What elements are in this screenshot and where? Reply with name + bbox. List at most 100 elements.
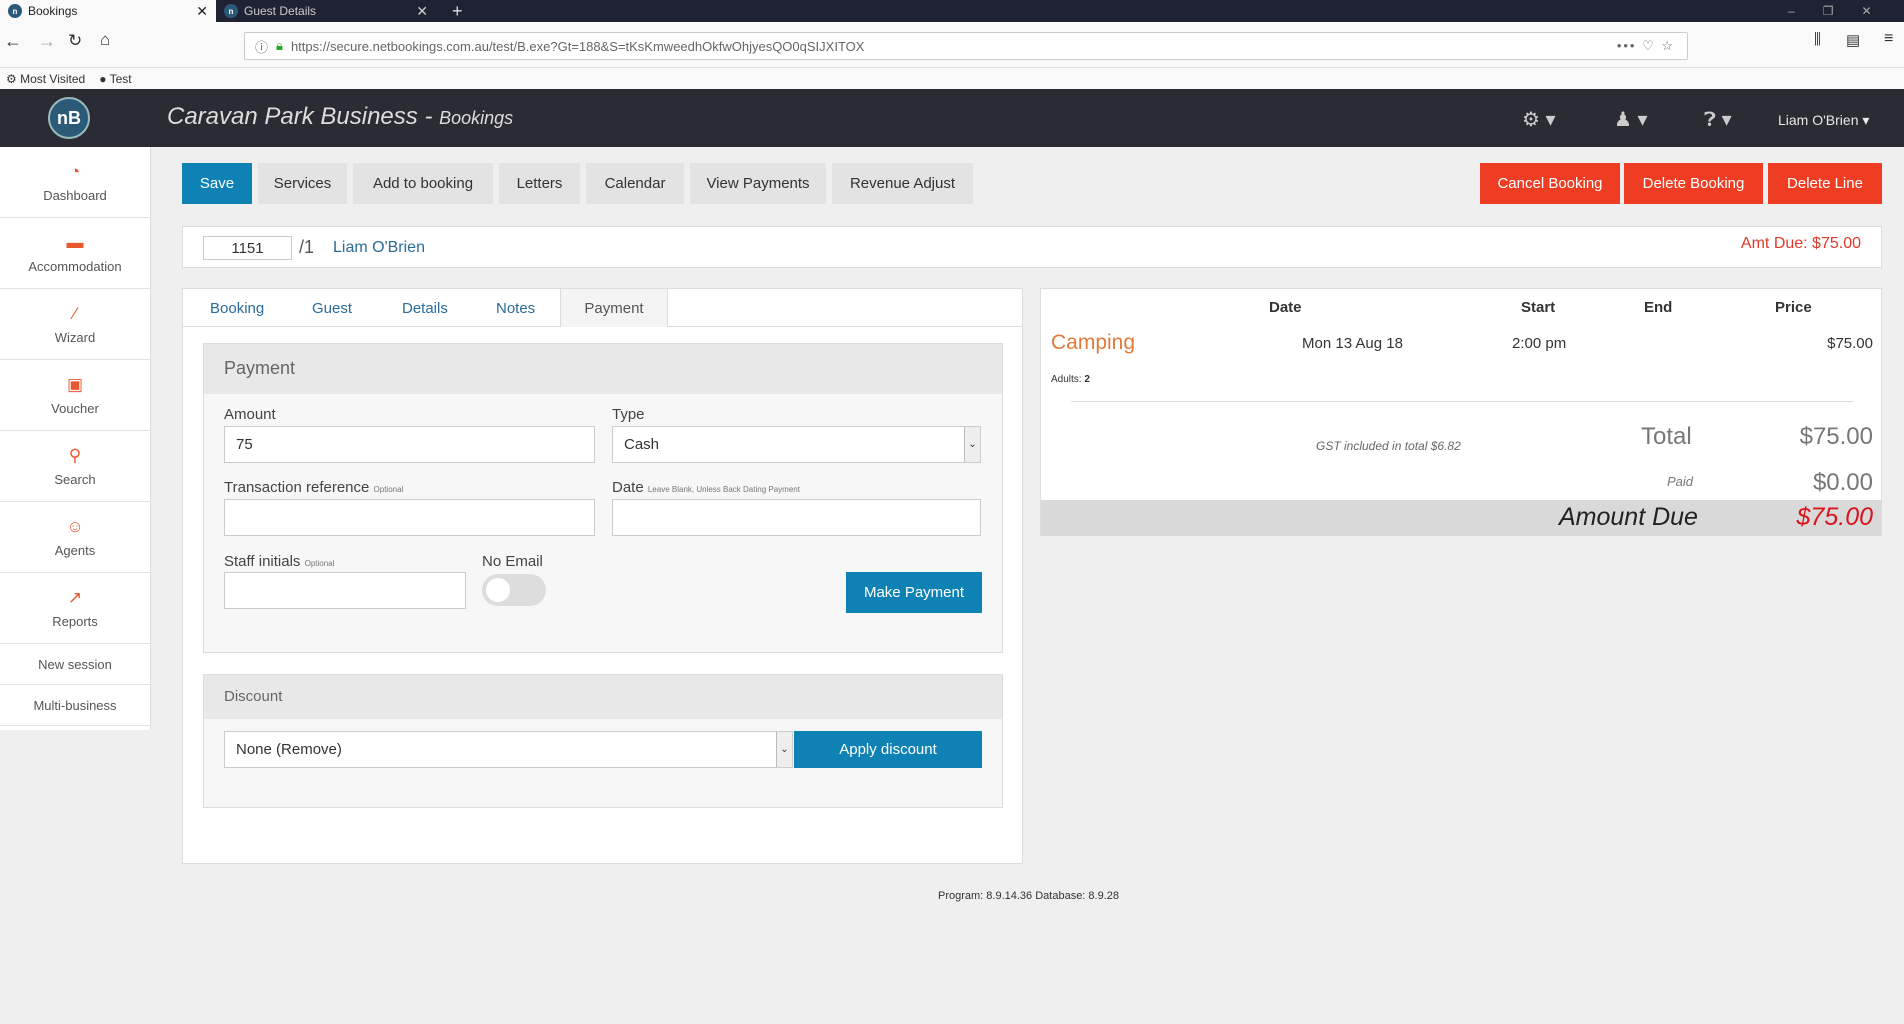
tab-booking[interactable]: Booking: [210, 289, 264, 327]
sidebar-item-accommodation[interactable]: ▬ Accommodation: [0, 218, 150, 289]
add-to-booking-button[interactable]: Add to booking: [353, 163, 493, 204]
guest-name-link[interactable]: Liam O'Brien: [333, 239, 425, 257]
favicon-icon: n: [224, 4, 238, 18]
no-email-label: No Email: [482, 553, 543, 570]
user-name: Liam O'Brien: [1778, 112, 1859, 128]
logo[interactable]: nB: [48, 97, 90, 139]
label-text: Date: [612, 479, 644, 496]
url-text[interactable]: https://secure.netbookings.com.au/test/B…: [291, 39, 865, 54]
type-value: Cash: [624, 436, 660, 453]
save-button[interactable]: Save: [182, 163, 252, 204]
type-select[interactable]: Cash ⌄: [612, 426, 981, 463]
make-payment-button[interactable]: Make Payment: [846, 572, 982, 613]
discount-value: None (Remove): [236, 741, 342, 758]
optional-hint: Optional: [304, 559, 335, 568]
booking-panel: Booking Guest Details Notes Payment Paym…: [182, 288, 1023, 864]
forward-icon[interactable]: →: [38, 31, 56, 52]
app-header: nB Caravan Park Business - Bookings ⚙ ▾ …: [0, 89, 1904, 147]
amount-input[interactable]: 75: [224, 426, 595, 463]
discount-section: Discount None (Remove) ⌄ Apply discount: [203, 674, 1003, 808]
menu-icon[interactable]: ≡: [1884, 30, 1893, 48]
delete-booking-button[interactable]: Delete Booking: [1624, 163, 1763, 204]
no-email-toggle[interactable]: [482, 574, 546, 606]
date-hint: Leave Blank, Unless Back Dating Payment: [647, 485, 800, 494]
user-icon[interactable]: ♟ ▾: [1614, 107, 1648, 132]
bed-icon: ▬: [66, 232, 84, 252]
restore-icon[interactable]: ❐: [1823, 4, 1834, 18]
sidebar-item-label: Multi-business: [33, 697, 117, 713]
close-tab-icon[interactable]: ✕: [416, 3, 428, 20]
header-end: End: [1644, 299, 1673, 316]
apply-discount-button[interactable]: Apply discount: [794, 731, 982, 768]
calendar-button[interactable]: Calendar: [586, 163, 684, 204]
revenue-adjust-button[interactable]: Revenue Adjust: [832, 163, 973, 204]
transaction-reference-input[interactable]: [224, 499, 595, 536]
tab-guest[interactable]: Guest: [312, 289, 352, 327]
new-tab-button[interactable]: +: [444, 0, 471, 22]
delete-line-button[interactable]: Delete Line: [1768, 163, 1882, 204]
sidebar-item-label: Accommodation: [28, 258, 122, 274]
amount-due-label: Amount Due: [1559, 503, 1698, 531]
bookmark-test[interactable]: ● Test: [99, 72, 131, 86]
bookmark-label: Most Visited: [20, 71, 86, 86]
booking-id-field[interactable]: 1151: [203, 236, 292, 260]
gift-icon: ▣: [66, 374, 84, 394]
sidebar-item-label: New session: [38, 656, 112, 672]
chevron-down-icon[interactable]: ⌄: [964, 427, 980, 462]
bookmark-most-visited[interactable]: ⚙ Most Visited: [6, 72, 85, 86]
sidebar-item-new-session[interactable]: New session: [0, 644, 150, 685]
sidebar-item-wizard[interactable]: ⁄ Wizard: [0, 289, 150, 360]
sidebar-item-label: Reports: [52, 613, 98, 629]
adults-label: Adults:: [1051, 374, 1082, 385]
type-label: Type: [612, 406, 645, 423]
item-date: Mon 13 Aug 18: [1302, 335, 1403, 352]
amount-due-row: Amount Due $75.00: [1041, 500, 1881, 536]
page-actions-icon[interactable]: ••• ♡ ☆: [1617, 38, 1675, 54]
booking-line: /1: [299, 237, 315, 257]
staff-initials-input[interactable]: [224, 572, 466, 609]
sidebar-item-voucher[interactable]: ▣ Voucher: [0, 360, 150, 431]
sidebar-item-dashboard[interactable]: ◔ Dashboard: [0, 147, 150, 218]
bookmarks-bar: ⚙ Most Visited ● Test: [0, 68, 1904, 89]
tab-notes[interactable]: Notes: [496, 289, 535, 327]
sidebar-item-label: Agents: [54, 542, 96, 558]
staff-initials-label: Staff initials Optional: [224, 553, 334, 570]
date-input[interactable]: [612, 499, 981, 536]
discount-select[interactable]: None (Remove) ⌄: [224, 731, 793, 768]
library-icon[interactable]: ⫼: [1814, 31, 1821, 48]
reload-icon[interactable]: ↻: [68, 31, 82, 51]
settings-icon[interactable]: ⚙ ▾: [1522, 107, 1556, 132]
tab-details[interactable]: Details: [402, 289, 448, 327]
sidebar-item-search[interactable]: ⚲ Search: [0, 431, 150, 502]
tab-title: Bookings: [28, 4, 78, 18]
total-label: Total: [1641, 423, 1692, 450]
back-icon[interactable]: ←: [4, 31, 22, 52]
browser-tab-guest-details[interactable]: n Guest Details ✕: [216, 0, 436, 22]
booking-summary: Date Start End Price Camping Mon 13 Aug …: [1040, 288, 1882, 536]
lock-icon: 🔒︎: [276, 38, 283, 53]
info-icon[interactable]: ⓘ: [255, 37, 268, 56]
letters-button[interactable]: Letters: [499, 163, 580, 204]
sidebar-toggle-icon[interactable]: ▤: [1846, 31, 1860, 49]
user-menu[interactable]: Liam O'Brien ▾: [1778, 112, 1869, 129]
close-window-icon[interactable]: ✕: [1861, 4, 1871, 18]
help-icon[interactable]: ❓︎ ▾: [1704, 107, 1732, 132]
window-controls[interactable]: – ❐ ✕: [1780, 0, 1880, 22]
home-icon[interactable]: ⌂: [100, 30, 110, 50]
sidebar-item-reports[interactable]: ↗ Reports: [0, 573, 150, 644]
optional-hint: Optional: [373, 485, 404, 494]
services-button[interactable]: Services: [258, 163, 347, 204]
cancel-booking-button[interactable]: Cancel Booking: [1480, 163, 1620, 204]
sidebar-item-multi-business[interactable]: Multi-business: [0, 685, 150, 726]
minimize-icon[interactable]: –: [1788, 4, 1795, 18]
url-bar[interactable]: ⓘ 🔒︎ https://secure.netbookings.com.au/tes…: [244, 32, 1688, 60]
browser-tab-bookings[interactable]: n Bookings ✕: [0, 0, 216, 22]
tab-payment[interactable]: Payment: [560, 289, 668, 327]
chevron-down-icon[interactable]: ⌄: [776, 732, 792, 767]
header-date: Date: [1269, 299, 1302, 316]
close-tab-icon[interactable]: ✕: [196, 3, 208, 20]
sidebar-item-agents[interactable]: ☺ Agents: [0, 502, 150, 573]
view-payments-button[interactable]: View Payments: [690, 163, 826, 204]
amount-due-value: $75.00: [1796, 503, 1873, 531]
toggle-knob: [486, 578, 510, 602]
